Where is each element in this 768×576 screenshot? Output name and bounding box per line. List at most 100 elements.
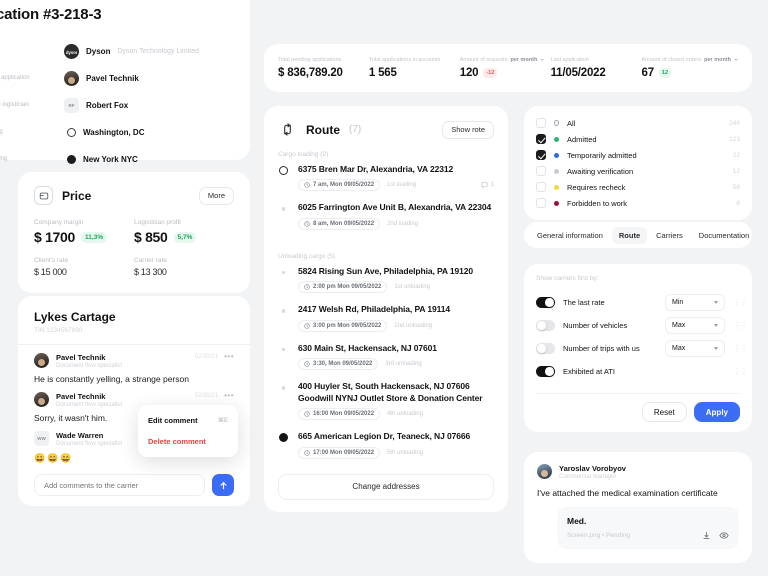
drag-handle-icon[interactable]: ⋮⋮ (733, 344, 748, 353)
chevron-down-icon[interactable] (540, 59, 545, 61)
detail-row-responsible: n application Pavel Technik (0, 68, 232, 89)
client-rate-block: Client's rate $ 15 000 (34, 257, 134, 277)
toggle[interactable] (536, 297, 555, 308)
sort-select-value: Max (672, 345, 686, 352)
comment-input[interactable] (34, 474, 205, 496)
stop-time-chip: 7 am, Mon 09/05/2022 (298, 179, 381, 192)
status-filter-row-awaiting-verification[interactable]: Awaiting verification 12 (536, 163, 740, 179)
checkbox[interactable] (536, 150, 546, 160)
route-stop[interactable]: 5824 Rising Sun Ave, Philadelphia, PA 19… (278, 266, 494, 304)
stat-label-period[interactable]: per month (510, 57, 537, 63)
eye-icon[interactable] (719, 531, 729, 540)
comment-menu-button[interactable]: ••• (224, 392, 234, 400)
detail-row-unloading: ding New York NYC (0, 149, 232, 170)
avatar (34, 392, 49, 407)
message-author: Yaroslav Vorobyov (559, 464, 626, 473)
stop-comment-count[interactable]: 1 (481, 182, 494, 189)
company-margin-value: $ 1700 (34, 229, 76, 245)
route-stop[interactable]: 630 Main St, Hackensack, NJ 07601 3:30, … (278, 343, 494, 381)
status-label: Temporarily admitted (567, 150, 637, 160)
tab-documentation[interactable]: Documentation (692, 227, 756, 244)
drag-handle-icon[interactable]: ⋮⋮ (733, 321, 748, 330)
attachment-card[interactable]: Med. Screen.png • Pending (557, 507, 739, 549)
checkbox[interactable] (536, 198, 546, 208)
status-filter-row-all[interactable]: All 244 (536, 115, 740, 131)
price-more-button[interactable]: More (198, 186, 234, 205)
toggle[interactable] (536, 343, 555, 354)
tab-route[interactable]: Route (611, 226, 648, 244)
carrier-rate-label: Carrier rate (134, 257, 167, 264)
route-stop[interactable]: 6375 Bren Mar Dr, Alexandria, VA 22312 7… (278, 164, 494, 202)
stop-time: 3:00 pm Mon 09/05/2022 (313, 322, 382, 329)
delete-comment-menu-item[interactable]: Delete comment (138, 431, 238, 452)
comment-input-row (18, 464, 250, 496)
route-stop[interactable]: 400 Huyler St, South Hackensack, NJ 0760… (278, 381, 494, 431)
send-arrow-up-icon[interactable] (212, 474, 234, 496)
stop-time: 2:00 pm Mon 09/05/2022 (313, 284, 382, 291)
route-stop[interactable]: 6025 Farrington Ave Unit B, Alexandria, … (278, 202, 494, 240)
stop-order: 3rd unloading (385, 361, 422, 368)
change-addresses-button[interactable]: Change addresses (278, 473, 494, 500)
logistician-profit-block: Logistician profit $ 850 5,7% (134, 219, 234, 245)
sort-row-exhibited-at-ati: Exhibited at ATI ⋮⋮ (536, 360, 748, 383)
left-column: cation #3-218-3 dyson Dyson Dyson Techno… (0, 0, 250, 576)
tab-general-information[interactable]: General information (530, 227, 610, 244)
status-filter-row-admitted[interactable]: Admitted 123 (536, 131, 740, 147)
loading-city: Washington, DC (83, 128, 145, 137)
route-stop[interactable]: 2417 Welsh Rd, Philadelphia, PA 19114 3:… (278, 304, 494, 342)
apply-button[interactable]: Apply (693, 402, 740, 422)
reset-button[interactable]: Reset (641, 402, 687, 422)
status-dot-icon (554, 152, 559, 158)
status-dot-icon (554, 136, 559, 142)
sort-select[interactable]: Max (665, 340, 725, 357)
chevron-down-icon[interactable] (734, 59, 739, 61)
sort-select[interactable]: Min (665, 294, 725, 311)
comment-author-role: Document flow specialist (56, 363, 123, 369)
application-detail-card: cation #3-218-3 dyson Dyson Dyson Techno… (0, 0, 250, 195)
drag-handle-icon[interactable]: ⋮⋮ (733, 367, 748, 376)
dot-icon (281, 270, 286, 275)
route-header: Route (7) Show rote (278, 120, 494, 139)
comments-header: Lykes Cartage TIN 1234567890 (18, 296, 250, 345)
stat-label-period[interactable]: per month (704, 57, 731, 63)
stop-time: 8 am, Mon 09/05/2022 (313, 220, 375, 227)
carrier-rate-block: Carrier rate $ 13 300 (134, 257, 234, 277)
route-stop[interactable]: 665 American Legion Dr, Teaneck, NJ 0766… (278, 431, 494, 469)
status-count: 22 (732, 151, 740, 159)
checkbox[interactable] (536, 118, 546, 128)
sort-select-value: Min (672, 299, 684, 306)
sort-row-number-of-vehicles: Number of vehicles Max ⋮⋮ (536, 314, 748, 337)
stop-address: 6025 Farrington Ave Unit B, Alexandria, … (298, 202, 492, 213)
show-route-button[interactable]: Show rote (442, 120, 494, 139)
toggle[interactable] (536, 320, 555, 331)
sort-select[interactable]: Max (665, 317, 725, 334)
toggle[interactable] (536, 366, 555, 377)
status-filter-row-forbidden-to-work[interactable]: Forbidden to work 6 (536, 195, 740, 211)
status-filter-row-requires-recheck[interactable]: Requires recheck 56 (536, 179, 740, 195)
checkbox[interactable] (536, 134, 546, 144)
stop-time: 3:30, Mon 09/05/2022 (313, 361, 373, 368)
sort-row-label: Exhibited at ATI (563, 367, 615, 376)
stop-time-chip: 3:00 pm Mon 09/05/2022 (298, 319, 388, 332)
status-label: Awaiting verification (567, 166, 634, 176)
download-icon[interactable] (702, 531, 711, 540)
stat-amount-of-requests: Amount of requests per month 120 -12 (460, 57, 551, 79)
edit-comment-menu-item[interactable]: Edit comment ⌘E (138, 410, 238, 431)
drag-handle-icon[interactable]: ⋮⋮ (733, 298, 748, 307)
carrier-sort-card: Show carriers first by: The last rate Mi… (524, 264, 752, 432)
status-label: Forbidden to work (567, 198, 628, 208)
stop-order: 2nd unloading (394, 322, 433, 329)
route-count: (7) (349, 124, 362, 135)
tab-carriers[interactable]: Carriers (649, 227, 690, 244)
stop-order: 5th unloading (387, 449, 424, 456)
checkbox[interactable] (536, 166, 546, 176)
stat-value: 120 (459, 67, 479, 79)
stat-total-applications-in-accounts: Total applications in accounts 1 565 (369, 57, 460, 79)
comment-text: He is constantly yelling, a strange pers… (34, 374, 189, 384)
stat-label: Amount of requests (459, 57, 508, 63)
comment-menu-button[interactable]: ••• (224, 353, 234, 361)
checkbox[interactable] (536, 182, 546, 192)
route-card: Route (7) Show rote Cargo loading (2) 63… (264, 106, 508, 512)
avatar (34, 353, 49, 368)
status-filter-row-temporarily-admitted[interactable]: Temporarily admitted 22 (536, 147, 740, 163)
